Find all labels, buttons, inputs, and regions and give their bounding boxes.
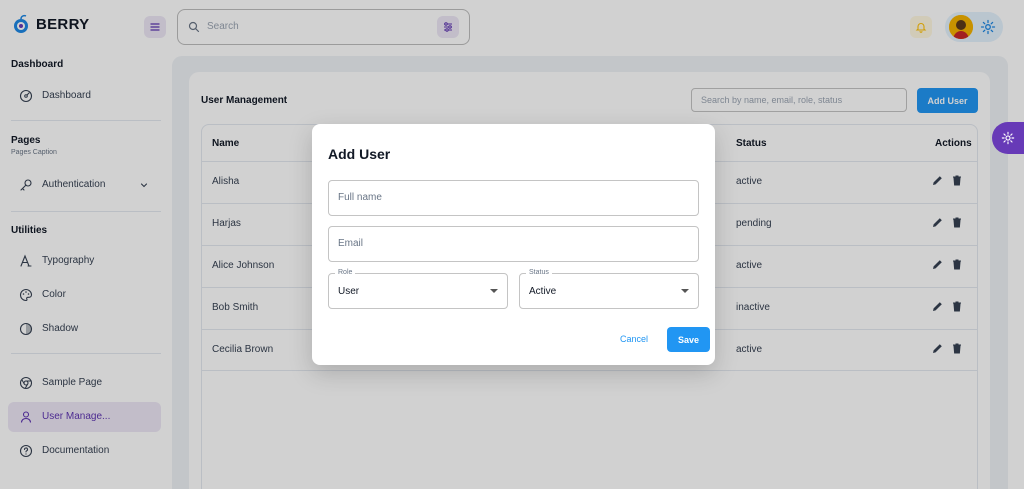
status-value: Active [529,286,557,297]
full-name-field[interactable]: Full name [328,180,699,216]
dialog-title: Add User [328,146,391,162]
email-field[interactable]: Email [328,226,699,262]
caret-down-icon [490,289,498,293]
add-user-dialog: Add User Full name Email Role User Statu… [312,124,715,365]
customization-button[interactable] [992,122,1024,154]
save-button[interactable]: Save [667,327,710,352]
role-select[interactable]: Role User [328,269,508,309]
caret-down-icon [681,289,689,293]
settings-icon [1001,131,1015,145]
full-name-placeholder: Full name [338,192,382,203]
role-value: User [338,286,360,297]
status-label: Status [526,269,552,276]
email-placeholder: Email [338,238,364,249]
role-label: Role [335,269,356,276]
cancel-button[interactable]: Cancel [620,334,648,344]
status-select[interactable]: Status Active [519,269,699,309]
